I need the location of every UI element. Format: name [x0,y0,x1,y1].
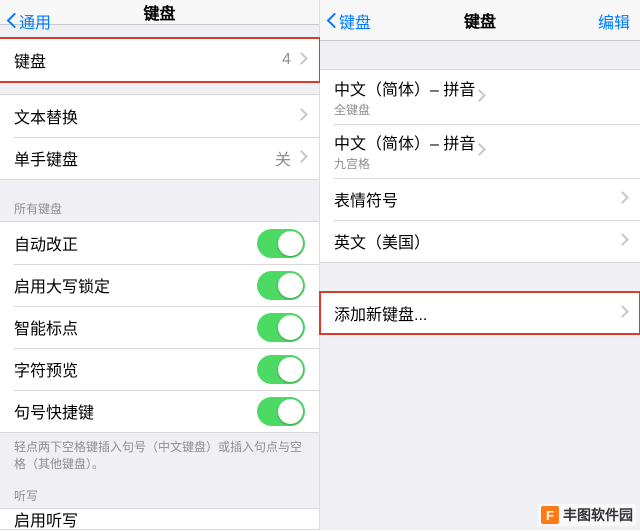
text-replacement-row[interactable]: 文本替换 [0,95,319,137]
row-label: 自动改正 [14,231,257,255]
one-handed-keyboard-row[interactable]: 单手键盘 关 [0,137,319,179]
toggle-period-shortcut[interactable]: 句号快捷键 [0,390,319,432]
footer-note: 轻点两下空格键插入句号（中文键盘）或插入句点与空格（其他键盘）。 [0,433,319,477]
chevron-right-icon [297,152,305,164]
chevron-right-icon [297,110,305,122]
chevron-right-icon [297,54,305,66]
row-label: 句号快捷键 [14,399,257,423]
keyboard-title: 中文（简体）– 拼音 [334,130,475,154]
section-header: 所有键盘 [0,194,319,221]
watermark: F 丰图软件园 [538,504,636,526]
chevron-right-icon [475,145,483,157]
edit-button[interactable]: 编辑 [598,0,630,41]
switch-on-icon[interactable] [257,355,305,384]
watermark-badge: F [541,506,559,524]
section-header: 听写 [0,481,319,508]
back-button[interactable]: 键盘 [326,0,371,41]
back-label: 通用 [19,9,51,33]
row-label: 智能标点 [14,315,257,339]
switch-on-icon[interactable] [257,313,305,342]
toggle-auto-correction[interactable]: 自动改正 [0,222,319,264]
navbar-right: 键盘 键盘 编辑 [320,0,640,41]
keyboards-row[interactable]: 键盘 4 [0,39,319,81]
chevron-right-icon [618,307,626,319]
row-label: 文本替换 [14,104,297,128]
keyboard-item[interactable]: 表情符号 [320,178,640,220]
page-title: 键盘 [143,0,175,24]
keyboard-title: 英文（美国） [334,229,618,253]
page-title: 键盘 [464,8,496,32]
switch-on-icon[interactable] [257,397,305,426]
toggle-char-preview[interactable]: 字符预览 [0,348,319,390]
chevron-right-icon [618,193,626,205]
keyboard-title: 表情符号 [334,187,618,211]
row-label: 字符预览 [14,357,257,381]
watermark-text: 丰图软件园 [563,505,633,525]
keyboard-item[interactable]: 中文（简体）– 拼音 九宫格 [320,124,640,178]
toggle-dictation[interactable]: 启用听写 [0,509,319,529]
toggle-caps-lock[interactable]: 启用大写锁定 [0,264,319,306]
chevron-left-icon [6,12,17,30]
switch-on-icon[interactable] [257,229,305,258]
chevron-left-icon [326,12,337,30]
switch-on-icon[interactable] [257,271,305,300]
row-label: 启用听写 [14,507,305,531]
back-button[interactable]: 通用 [6,0,51,41]
chevron-right-icon [475,91,483,103]
keyboard-item[interactable]: 英文（美国） [320,220,640,262]
row-value: 关 [275,146,291,170]
row-value: 4 [282,51,291,69]
row-label: 添加新键盘... [334,301,618,325]
right-panel: 键盘 键盘 编辑 中文（简体）– 拼音 全键盘 中文（简体）– 拼音 九宫格 [320,0,640,530]
keyboard-sub: 全键盘 [334,101,475,118]
back-label: 键盘 [339,9,371,33]
row-label: 单手键盘 [14,146,275,170]
row-label: 启用大写锁定 [14,273,257,297]
row-label: 键盘 [14,48,282,72]
chevron-right-icon [618,235,626,247]
keyboard-sub: 九宫格 [334,155,475,172]
keyboard-title: 中文（简体）– 拼音 [334,76,475,100]
add-keyboard-row[interactable]: 添加新键盘... [320,292,640,334]
left-panel: 通用 键盘 键盘 4 文本替换 单手键盘 关 所有键盘 [0,0,320,530]
keyboard-item[interactable]: 中文（简体）– 拼音 全键盘 [320,70,640,124]
toggle-smart-punctuation[interactable]: 智能标点 [0,306,319,348]
navbar-left: 通用 键盘 [0,0,319,25]
edit-label: 编辑 [598,9,630,33]
